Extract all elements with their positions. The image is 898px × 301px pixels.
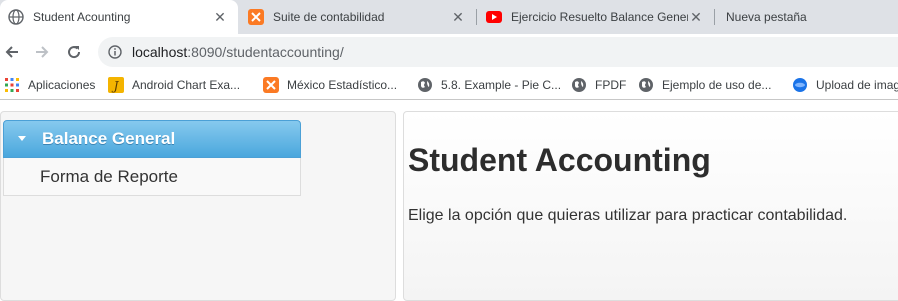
url-text: localhost:8090/studentaccounting/ (132, 44, 344, 60)
bookmark-label: Ejemplo de uso de... (662, 78, 772, 92)
bookmark-mexico-estadistico[interactable]: México Estadístico... (263, 76, 397, 94)
youtube-icon (486, 9, 502, 25)
close-icon[interactable]: ✕ (212, 9, 228, 25)
bookmark-label: Android Chart Exa... (132, 78, 241, 92)
url-path: :8090/studentaccounting/ (187, 44, 344, 60)
close-icon[interactable]: ✕ (688, 9, 704, 25)
back-arrow-icon[interactable] (0, 40, 24, 64)
reload-icon[interactable] (62, 40, 86, 64)
page-description: Elige la opción que quieras utilizar par… (408, 207, 848, 224)
bookmark-label: 5.8. Example - Pie C... (441, 78, 562, 92)
tab-nueva-pestana[interactable]: Nueva pestaña (718, 0, 898, 34)
triangle-down-icon (16, 133, 28, 145)
bookmarks-bar: Aplicaciones J Android Chart Exa... Méxi… (0, 70, 898, 100)
tab-title: Student Acounting (33, 10, 131, 24)
bookmark-ejemplo-uso[interactable]: Ejemplo de uso de... (638, 76, 771, 94)
bookmark-label: Upload de imag (816, 78, 898, 92)
tab-strip: Student Acounting ✕ Suite de contabilida… (0, 0, 898, 34)
bookmark-label: FPDF (595, 78, 627, 92)
sidebar-panel: Balance General Forma de Reporte (0, 111, 396, 301)
tab-title: Ejercicio Resuelto Balance Genera (511, 10, 688, 24)
tab-suite-de-contabilidad[interactable]: Suite de contabilidad ✕ (240, 0, 476, 34)
address-bar[interactable]: localhost:8090/studentaccounting/ (98, 37, 898, 67)
bookmark-aplicaciones[interactable]: Aplicaciones (4, 76, 95, 94)
page-content: Balance General Forma de Reporte Student… (0, 101, 898, 301)
menu-item-forma-de-reporte[interactable]: Forma de Reporte (40, 167, 178, 187)
page-title: Student Accounting (408, 142, 711, 178)
accordion-content: Forma de Reporte (3, 158, 301, 196)
globe-icon (8, 9, 24, 25)
globe-icon (638, 77, 654, 93)
main-panel: Student Accounting Elige la opción que q… (403, 111, 898, 301)
tab-ejercicio-resuelto[interactable]: Ejercicio Resuelto Balance Genera ✕ (478, 0, 714, 34)
close-icon[interactable]: ✕ (450, 9, 466, 25)
tab-separator (476, 9, 477, 25)
bookmark-android-chart[interactable]: J Android Chart Exa... (108, 76, 240, 94)
bookmark-fpdf[interactable]: FPDF (571, 76, 626, 94)
bookmark-pie-example[interactable]: 5.8. Example - Pie C... (417, 76, 561, 94)
tab-title: Nueva pestaña (726, 10, 807, 24)
tab-title: Suite de contabilidad (273, 10, 385, 24)
apps-grid-icon (4, 77, 20, 93)
tab-separator (714, 9, 715, 25)
globe-icon (571, 77, 587, 93)
bookmark-upload-imagen[interactable]: Upload de imag (792, 76, 898, 94)
xampp-icon (263, 77, 279, 93)
j-icon: J (108, 77, 124, 93)
url-host: localhost (132, 44, 188, 60)
tab-student-acounting[interactable]: Student Acounting ✕ (0, 0, 238, 34)
bookmark-label: Aplicaciones (28, 78, 96, 92)
bookmark-label: México Estadístico... (287, 78, 398, 92)
info-icon[interactable] (108, 45, 122, 59)
accordion-header-label: Balance General (42, 129, 176, 148)
accordion-header-balance-general[interactable]: Balance General (3, 120, 301, 158)
forward-arrow-icon[interactable] (30, 40, 54, 64)
blue-circle-icon (792, 77, 808, 93)
globe-icon (417, 77, 433, 93)
xampp-icon (248, 9, 264, 25)
browser-toolbar: localhost:8090/studentaccounting/ (0, 34, 898, 70)
